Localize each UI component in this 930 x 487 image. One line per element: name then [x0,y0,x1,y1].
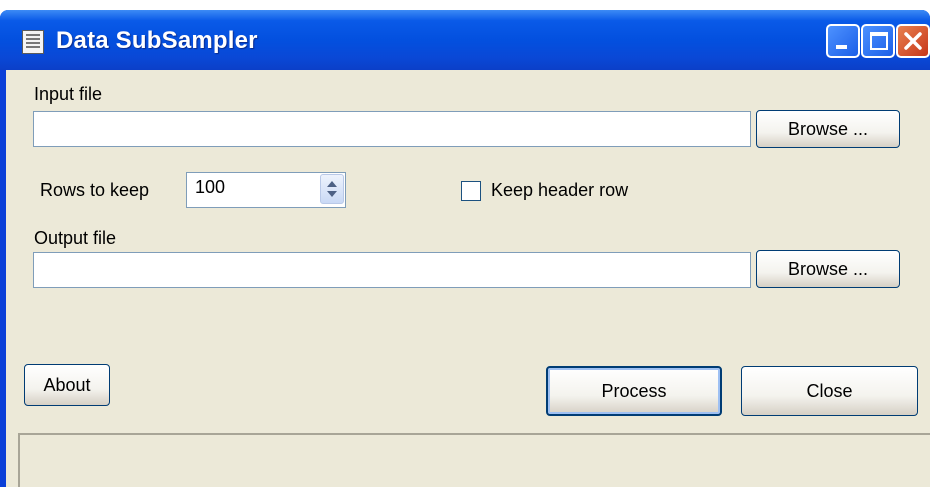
close-icon [904,32,922,50]
close-window-button[interactable] [896,24,930,58]
maximize-button[interactable] [861,24,895,58]
minimize-button[interactable] [826,24,860,58]
client-area: Input file Browse ... Rows to keep 100 K… [6,70,930,487]
status-bar [18,433,930,487]
input-file-label: Input file [34,84,103,104]
rows-to-keep-stepper[interactable]: 100 [186,172,346,208]
input-file-field[interactable] [33,111,751,147]
minimize-icon [836,45,847,49]
browse-input-button[interactable]: Browse ... [756,110,900,148]
keep-header-checkbox[interactable] [461,181,481,201]
window-title: Data SubSampler [56,27,258,54]
output-file-label: Output file [34,228,117,248]
browse-output-button[interactable]: Browse ... [756,250,900,288]
app-window: Data SubSampler Input file Browse ... Ro… [0,10,930,487]
spin-up-icon[interactable] [327,181,337,187]
rows-to-keep-label: Rows to keep [40,180,150,200]
about-button[interactable]: About [24,364,110,406]
keep-header-label[interactable]: Keep header row [491,180,628,201]
spin-down-icon[interactable] [327,191,337,197]
output-file-field[interactable] [33,252,751,288]
process-button[interactable]: Process [546,366,722,416]
title-bar[interactable]: Data SubSampler [0,10,930,70]
spin-arrows[interactable] [320,174,344,204]
maximize-icon [870,32,888,50]
table-icon [22,30,44,54]
close-button[interactable]: Close [741,366,918,416]
